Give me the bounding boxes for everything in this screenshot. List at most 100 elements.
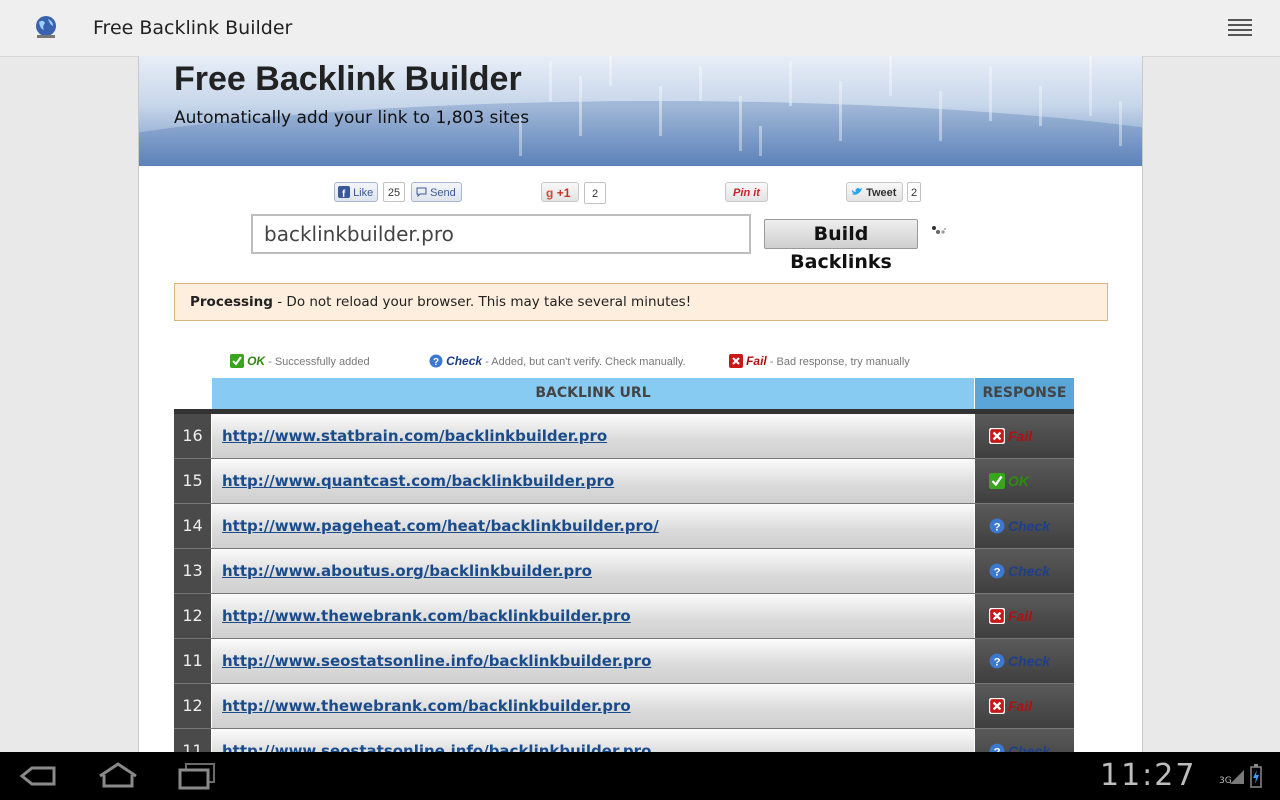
row-response-cell: Fail [975,594,1074,638]
pinterest-pin-button[interactable]: Pin it [725,182,768,202]
row-url-cell: http://www.thewebrank.com/backlinkbuilde… [212,594,974,638]
row-number: 16 [174,414,211,458]
backlink-url-link[interactable]: http://www.quantcast.com/backlinkbuilder… [222,472,614,490]
row-number: 11 [174,639,211,683]
like-label: Like [353,187,374,199]
facebook-icon: f [338,186,350,200]
row-number: 13 [174,549,211,593]
response-label: OK [1008,473,1029,489]
recent-apps-icon[interactable] [176,762,218,790]
fail-x-icon [729,354,743,368]
results-table-header: BACKLINK URL RESPONSE [212,378,1074,409]
build-backlinks-button[interactable]: Build Backlinks [764,219,918,273]
row-url-cell: http://www.pageheat.com/heat/backlinkbui… [212,504,974,548]
row-response-cell: Fail [975,414,1074,458]
home-icon[interactable] [96,762,140,790]
row-url-cell: http://www.statbrain.com/backlinkbuilder… [212,414,974,458]
row-url-cell: http://www.seostatsonline.info/backlinkb… [212,639,974,683]
question-circle-icon: ? [989,743,1005,752]
row-number: 12 [174,594,211,638]
ok-checkmark-icon [230,354,244,368]
processing-status-banner: Processing - Do not reload your browser.… [174,283,1108,321]
backlink-url-link[interactable]: http://www.thewebrank.com/backlinkbuilde… [222,607,631,625]
browser-title-bar: Free Backlink Builder [0,0,1280,57]
response-label: Fail [1008,608,1033,624]
row-url-cell: http://www.seostatsonline.info/backlinkb… [212,729,974,752]
legend-ok-tag: OK [247,354,266,368]
backlink-url-link[interactable]: http://www.thewebrank.com/backlinkbuilde… [222,697,631,715]
row-response-cell: ? Check [975,504,1074,548]
table-row: 16 http://www.statbrain.com/backlinkbuild… [174,414,1074,459]
question-circle-icon: ? [989,563,1005,579]
fail-x-icon [989,428,1005,444]
row-response-cell: ?Check [975,729,1074,752]
table-row: 12 http://www.thewebrank.com/backlinkbuil… [174,594,1074,639]
fail-x-icon [989,698,1005,714]
svg-text:?: ? [994,657,1001,669]
social-bar: f Like 25 Send g +1 2 Pin it [334,182,768,204]
send-label: Send [430,187,456,199]
globe-icon[interactable] [33,14,59,40]
legend-fail: Fail - Bad response, try manually [729,354,910,370]
row-response-cell: ? Check [975,639,1074,683]
response-label: Check [1008,743,1051,752]
twitter-bird-icon [852,188,862,195]
like-count: 25 [383,182,405,202]
table-row: 15 http://www.quantcast.com/backlinkbuild… [174,459,1074,504]
menu-icon[interactable] [1228,18,1252,40]
row-number: 15 [174,459,211,503]
svg-text:?: ? [994,522,1001,534]
row-response-cell: OK [975,459,1074,503]
svg-text:?: ? [994,567,1001,579]
legend-fail-text: - Bad response, try manually [766,356,910,368]
row-number: 11 [174,729,211,752]
site-subtitle: Automatically add your link to 1,803 sit… [174,108,530,128]
loading-spinner-icon [932,226,947,234]
row-url-cell: http://www.thewebrank.com/backlinkbuilde… [212,684,974,728]
row-response-cell: ?Check [975,549,1074,593]
table-row: 14 http://www.pageheat.com/heat/backlinkb… [174,504,1074,549]
back-icon[interactable] [18,762,58,790]
url-input[interactable]: backlinkbuilder.pro [251,214,751,254]
plusone-label: +1 [556,186,571,200]
tweet-count: 2 [907,182,921,202]
signal-strength-icon [1230,770,1244,784]
battery-icon [1250,764,1262,788]
fail-x-icon [989,608,1005,624]
response-label: Check [1008,518,1051,534]
svg-text:?: ? [433,357,439,368]
twitter-bar: Tweet 2 [846,182,926,204]
response-label: Fail [1008,428,1033,444]
table-row: 13 http://www.aboutus.org/backlinkbuilder… [174,549,1074,594]
facebook-send-button[interactable]: Send [411,182,462,202]
table-row: 12 http://www.thewebrank.com/backlinkbuil… [174,684,1074,729]
facebook-like-button[interactable]: f Like [334,182,378,202]
speech-bubble-icon [416,187,427,198]
column-header-backlink-url: BACKLINK URL [212,378,974,409]
row-number: 12 [174,684,211,728]
site-title: Free Backlink Builder [174,60,522,98]
response-label: Check [1008,653,1051,669]
backlink-url-link[interactable]: http://www.seostatsonline.info/backlinkb… [222,652,651,670]
backlink-url-link[interactable]: http://www.statbrain.com/backlinkbuilder… [222,427,607,445]
web-page: Free Backlink Builder Automatically add … [138,56,1143,752]
legend-ok-text: - Successfully added [265,356,370,368]
ok-checkmark-icon [989,473,1005,489]
question-circle-icon: ? [989,653,1005,669]
tweet-label: Tweet [866,187,897,199]
google-plusone-button[interactable]: g +1 [541,182,579,202]
tweet-button[interactable]: Tweet [846,182,903,202]
backlink-url-link[interactable]: http://www.aboutus.org/backlinkbuilder.p… [222,562,592,580]
row-response-cell: Fail [975,684,1074,728]
question-circle-icon: ? [429,354,443,368]
column-header-response: RESPONSE [975,378,1074,409]
row-url-cell: http://www.quantcast.com/backlinkbuilder… [212,459,974,503]
site-header: Free Backlink Builder Automatically add … [139,56,1142,166]
row-number: 14 [174,504,211,548]
backlink-url-link[interactable]: http://www.pageheat.com/heat/backlinkbui… [222,517,659,535]
table-row: 11 http://www.seostatsonline.info/backlin… [174,729,1074,752]
status-label: Processing [190,294,273,310]
results-table-body: 16 http://www.statbrain.com/backlinkbuild… [174,414,1074,752]
row-url-cell: http://www.aboutus.org/backlinkbuilder.p… [212,549,974,593]
backlink-url-link[interactable]: http://www.seostatsonline.info/backlinkb… [222,742,651,752]
